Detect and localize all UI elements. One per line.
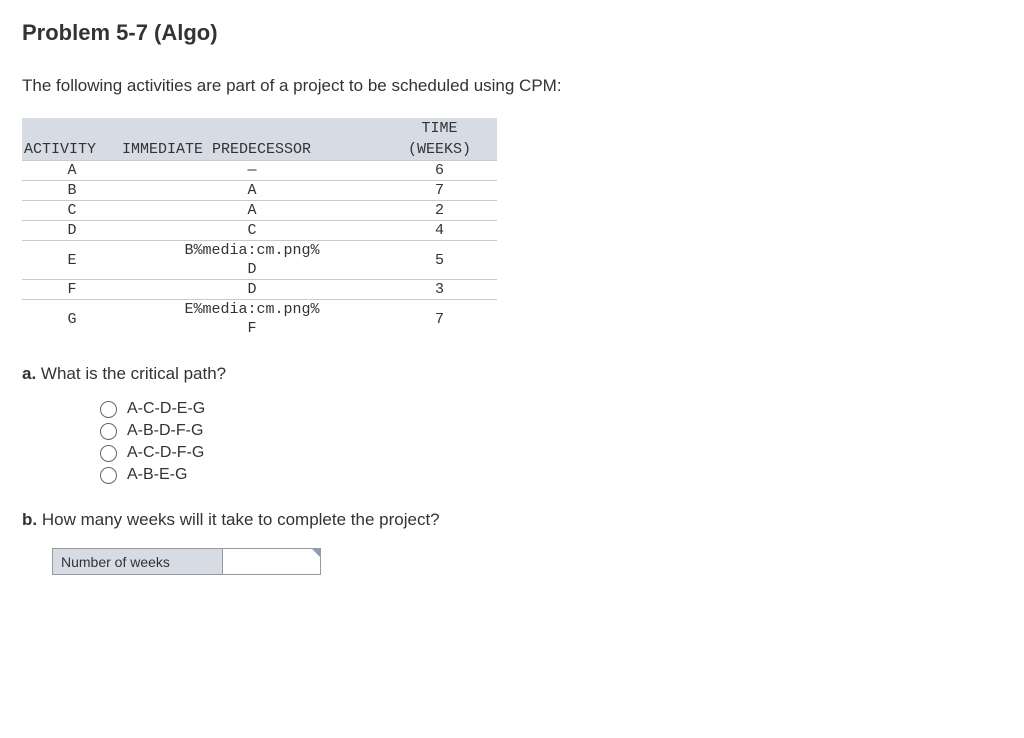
col-predecessor-header: IMMEDIATE PREDECESSOR <box>122 118 382 161</box>
option-label: A-B-D-F-G <box>127 422 203 440</box>
predecessor-cell: — <box>122 161 382 181</box>
col-time-header-2: (WEEKS) <box>382 139 497 161</box>
predecessor-cell: A <box>122 201 382 221</box>
table-row: EB%media:cm.png%5 <box>22 241 497 261</box>
activity-cell: C <box>22 201 122 221</box>
question-a-label: a. <box>22 364 36 383</box>
weeks-input-label: Number of weeks <box>53 549 223 575</box>
time-cell: 4 <box>382 221 497 241</box>
predecessor-cell: F <box>122 319 382 338</box>
radio-option[interactable]: A-B-E-G <box>100 466 1002 484</box>
predecessor-cell: D <box>122 260 382 280</box>
weeks-input[interactable] <box>224 550 319 573</box>
predecessor-cell: A <box>122 181 382 201</box>
table-row: A—6 <box>22 161 497 181</box>
radio-icon <box>100 401 117 418</box>
activity-cell: E <box>22 241 122 280</box>
time-cell: 3 <box>382 280 497 300</box>
activity-cell: A <box>22 161 122 181</box>
option-label: A-B-E-G <box>127 466 187 484</box>
predecessor-cell: C <box>122 221 382 241</box>
time-cell: 5 <box>382 241 497 280</box>
answer-table: Number of weeks <box>52 548 321 575</box>
table-row: GE%media:cm.png%7 <box>22 300 497 320</box>
table-row: FD3 <box>22 280 497 300</box>
time-cell: 7 <box>382 181 497 201</box>
predecessor-cell: E%media:cm.png% <box>122 300 382 320</box>
option-label: A-C-D-F-G <box>127 444 204 462</box>
activity-table: ACTIVITY IMMEDIATE PREDECESSOR TIME (WEE… <box>22 118 497 338</box>
activity-cell: G <box>22 300 122 339</box>
question-b-label: b. <box>22 510 37 529</box>
question-b-text: How many weeks will it take to complete … <box>42 510 440 529</box>
cell-corner-flag-icon <box>311 548 321 558</box>
option-label: A-C-D-E-G <box>127 400 205 418</box>
activity-cell: B <box>22 181 122 201</box>
radio-icon <box>100 445 117 462</box>
activity-cell: D <box>22 221 122 241</box>
table-row: CA2 <box>22 201 497 221</box>
question-b: b. How many weeks will it take to comple… <box>22 510 1002 530</box>
radio-icon <box>100 467 117 484</box>
radio-option[interactable]: A-B-D-F-G <box>100 422 1002 440</box>
table-row: BA7 <box>22 181 497 201</box>
radio-option[interactable]: A-C-D-E-G <box>100 400 1002 418</box>
time-cell: 6 <box>382 161 497 181</box>
page-title: Problem 5-7 (Algo) <box>22 20 1002 46</box>
time-cell: 7 <box>382 300 497 339</box>
question-a-text: What is the critical path? <box>41 364 226 383</box>
time-cell: 2 <box>382 201 497 221</box>
intro-text: The following activities are part of a p… <box>22 76 1002 96</box>
predecessor-cell: D <box>122 280 382 300</box>
predecessor-cell: B%media:cm.png% <box>122 241 382 261</box>
col-activity-header: ACTIVITY <box>22 118 122 161</box>
col-time-header-1: TIME <box>382 118 497 139</box>
table-row: DC4 <box>22 221 497 241</box>
radio-icon <box>100 423 117 440</box>
activity-cell: F <box>22 280 122 300</box>
radio-option[interactable]: A-C-D-F-G <box>100 444 1002 462</box>
question-a: a. What is the critical path? A-C-D-E-G A… <box>22 364 1002 484</box>
